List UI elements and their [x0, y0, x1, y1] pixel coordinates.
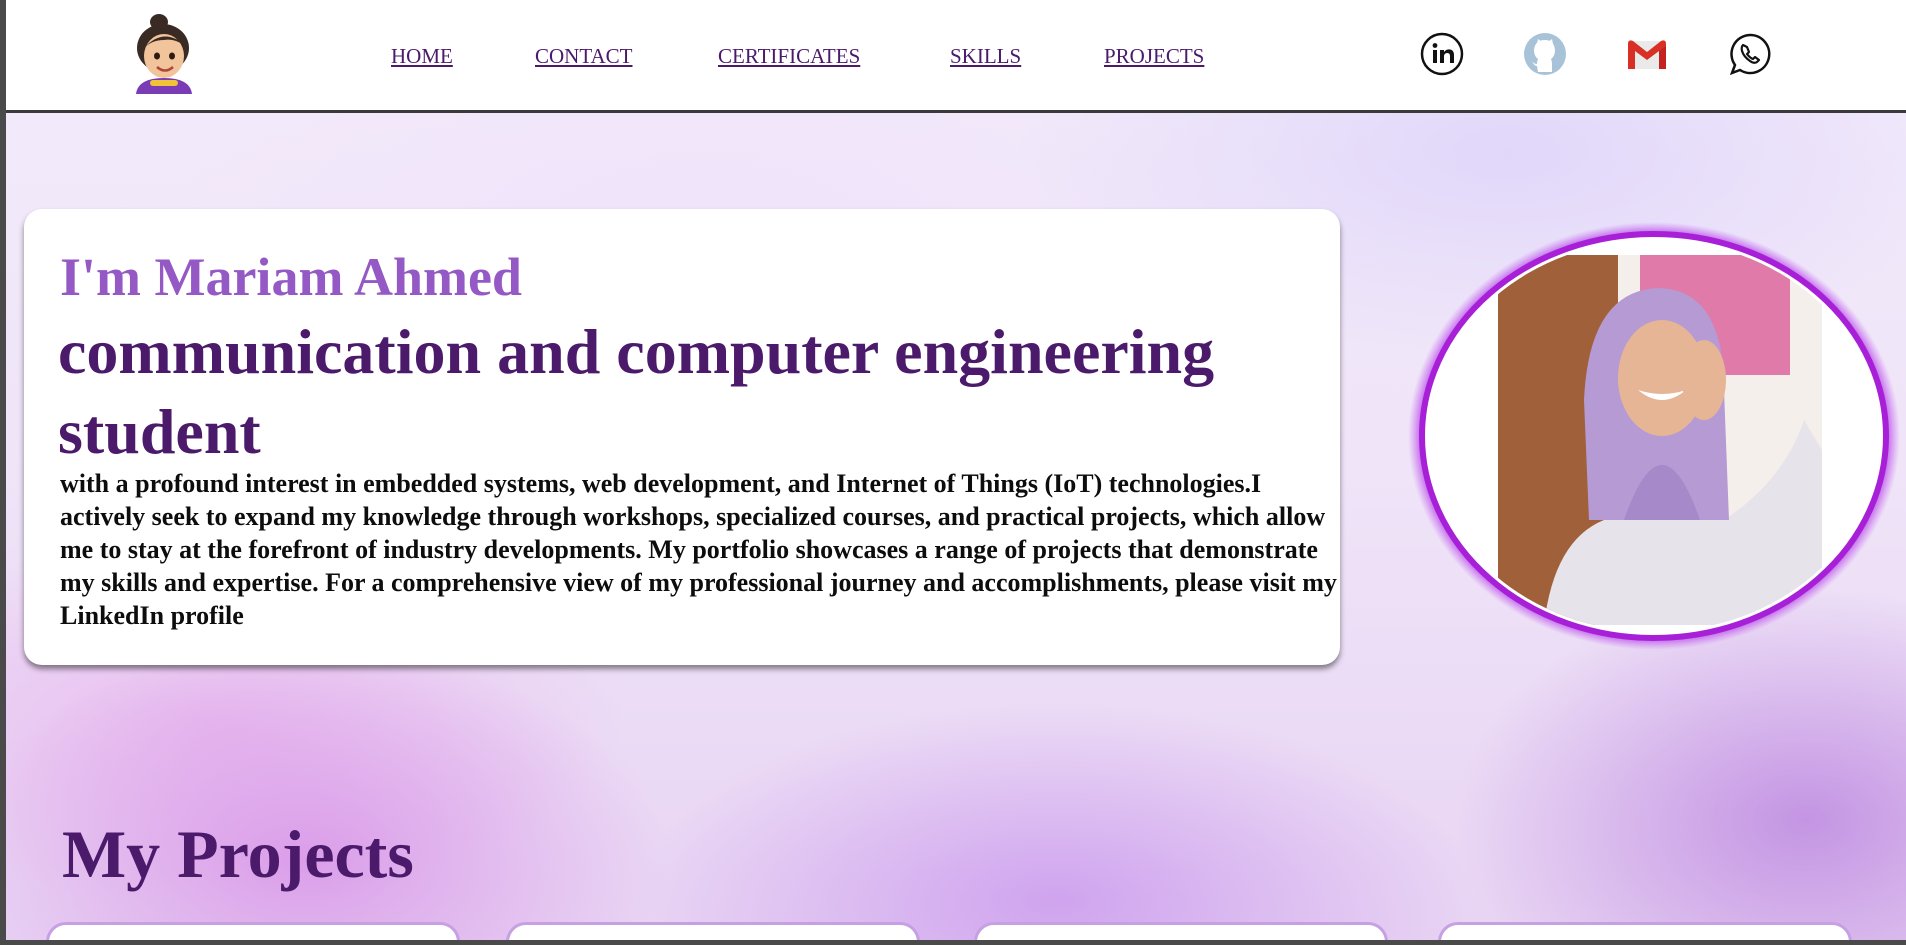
project-card[interactable] [974, 922, 1388, 940]
avatar-logo[interactable] [128, 12, 198, 94]
nav-projects-link[interactable]: PROJECTS [1104, 44, 1204, 69]
page: HOME CONTACT CERTIFICATES SKILLS PROJECT… [6, 0, 1906, 940]
nav-home-link[interactable]: HOME [391, 44, 453, 69]
hero-role: communication and computer engineering s… [58, 316, 1215, 467]
navbar: HOME CONTACT CERTIFICATES SKILLS PROJECT… [6, 0, 1906, 113]
whatsapp-icon[interactable] [1728, 32, 1772, 76]
nav-certificates-link[interactable]: CERTIFICATES [718, 44, 860, 69]
hero-description: with a profound interest in embedded sys… [60, 469, 1337, 630]
linkedin-icon[interactable] [1420, 32, 1464, 76]
project-card[interactable] [46, 922, 460, 940]
project-card[interactable] [506, 922, 920, 940]
nav-skills-link[interactable]: SKILLS [950, 44, 1021, 69]
gmail-icon[interactable] [1625, 32, 1669, 76]
hero-name: I'm Mariam Ahmed [60, 247, 522, 307]
profile-photo [1404, 220, 1902, 650]
github-icon[interactable] [1523, 32, 1567, 76]
project-card[interactable] [1438, 922, 1852, 940]
projects-heading: My Projects [62, 816, 414, 892]
nav-contact-link[interactable]: CONTACT [535, 44, 632, 69]
